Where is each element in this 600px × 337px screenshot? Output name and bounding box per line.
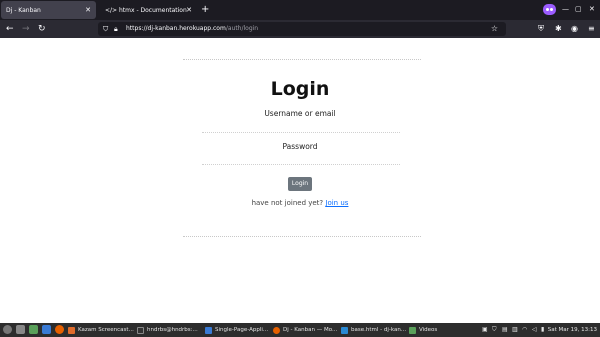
- taskbar-item-videos[interactable]: Videos: [409, 325, 437, 335]
- taskbar-item-label: hndrbs@hndrbs:...: [147, 327, 198, 333]
- taskbar-item-label: Videos: [419, 327, 438, 333]
- clipboard-icon[interactable]: ▥: [512, 326, 518, 334]
- editor-icon: [205, 326, 212, 334]
- tab-label: </> htmx - Documentation: [105, 6, 187, 14]
- shield-icon[interactable]: ⛉: [103, 24, 108, 34]
- taskbar-item-label: Dj - Kanban — Mo...: [283, 327, 338, 333]
- menu-launcher-icon[interactable]: [3, 325, 12, 334]
- new-tab-button[interactable]: +: [201, 3, 209, 17]
- firefox-icon[interactable]: [55, 325, 64, 334]
- page-content: Login Username or email Password Login h…: [0, 38, 600, 323]
- browser-nav-bar: ← → ↻ ⛉ 🔒︎ https://dj-kanban.herokuapp.c…: [0, 20, 600, 38]
- close-window-icon[interactable]: ✕: [589, 4, 595, 14]
- taskbar-item-dj-kanban[interactable]: Dj - Kanban — Mo...: [273, 325, 337, 335]
- taskbar-item-terminal[interactable]: hndrbs@hndrbs:...: [137, 325, 198, 335]
- tab-htmx-documentation[interactable]: </> htmx - Documentation ✕: [100, 1, 197, 19]
- taskbar-item-label: Single-Page-Appli...: [215, 327, 269, 333]
- reload-icon[interactable]: ↻: [38, 23, 46, 35]
- puzzle-icon[interactable]: ✱: [555, 24, 562, 34]
- join-prompt-line: have not joined yet? Join us: [0, 199, 600, 207]
- kazam-icon: [68, 326, 75, 334]
- files-icon[interactable]: [42, 325, 51, 334]
- taskbar-clock[interactable]: Sat Mar 19, 13:13: [548, 325, 597, 335]
- minimize-icon[interactable]: —: [562, 4, 569, 14]
- tab-dj-kanban[interactable]: Dj - Kanban ✕: [1, 1, 96, 19]
- tab-label: Dj - Kanban: [6, 6, 41, 14]
- url-text[interactable]: https://dj-kanban.herokuapp.com/auth/log…: [126, 24, 258, 34]
- taskbar-item-single-page[interactable]: Single-Page-Appli...: [205, 325, 268, 335]
- card-divider-bottom: [183, 236, 421, 237]
- folder-icon: [409, 326, 416, 334]
- join-us-link[interactable]: Join us: [325, 199, 348, 207]
- password-field[interactable]: [202, 153, 400, 165]
- close-icon[interactable]: ✕: [85, 6, 91, 14]
- star-icon[interactable]: ☆: [491, 23, 498, 35]
- join-prompt: have not joined yet?: [251, 199, 324, 207]
- pocket-icon[interactable]: ⛨: [538, 24, 544, 34]
- menu-icon[interactable]: ≡: [588, 24, 595, 34]
- username-field[interactable]: [202, 121, 400, 133]
- shield-icon[interactable]: ⛉: [492, 326, 497, 334]
- lock-icon[interactable]: 🔒︎: [114, 24, 118, 34]
- private-mask-icon[interactable]: [543, 4, 556, 15]
- username-label: Username or email: [264, 109, 336, 118]
- arrow-left-icon[interactable]: ←: [6, 23, 14, 35]
- battery-icon[interactable]: ▮: [541, 326, 544, 334]
- account-icon[interactable]: ◉: [571, 24, 578, 34]
- taskbar-item-base-html[interactable]: base.html - dj-kan...: [341, 325, 406, 335]
- terminal-icon: [137, 326, 144, 334]
- vscode-icon: [341, 326, 348, 334]
- close-icon[interactable]: ✕: [186, 6, 192, 14]
- arrow-right-icon[interactable]: →: [22, 23, 30, 35]
- browser-tab-bar: Dj - Kanban ✕ </> htmx - Documentation ✕…: [0, 0, 600, 20]
- firefox-icon: [273, 326, 280, 334]
- network-icon[interactable]: ▤: [502, 326, 508, 334]
- taskbar-item-label: Kazam Screencast...: [78, 327, 134, 333]
- folder-icon[interactable]: [29, 325, 38, 334]
- camera-icon[interactable]: ▣: [482, 326, 488, 334]
- terminal-icon[interactable]: [16, 325, 25, 334]
- url-path: /auth/login: [225, 25, 259, 32]
- url-host: https://dj-kanban.herokuapp.com: [126, 25, 226, 32]
- os-taskbar: Kazam Screencast... hndrbs@hndrbs:... Si…: [0, 323, 600, 337]
- address-bar[interactable]: ⛉ 🔒︎ https://dj-kanban.herokuapp.com/aut…: [98, 22, 506, 36]
- wifi-icon[interactable]: ◠: [522, 326, 527, 334]
- taskbar-item-kazam[interactable]: Kazam Screencast...: [68, 325, 134, 335]
- password-label: Password: [282, 142, 318, 151]
- page-title: Login: [270, 78, 330, 100]
- volume-icon[interactable]: ◁: [532, 326, 537, 334]
- login-button[interactable]: Login: [288, 177, 312, 191]
- taskbar-item-label: base.html - dj-kan...: [351, 327, 407, 333]
- maximize-icon[interactable]: ▢: [575, 4, 582, 14]
- card-divider-top: [183, 59, 421, 60]
